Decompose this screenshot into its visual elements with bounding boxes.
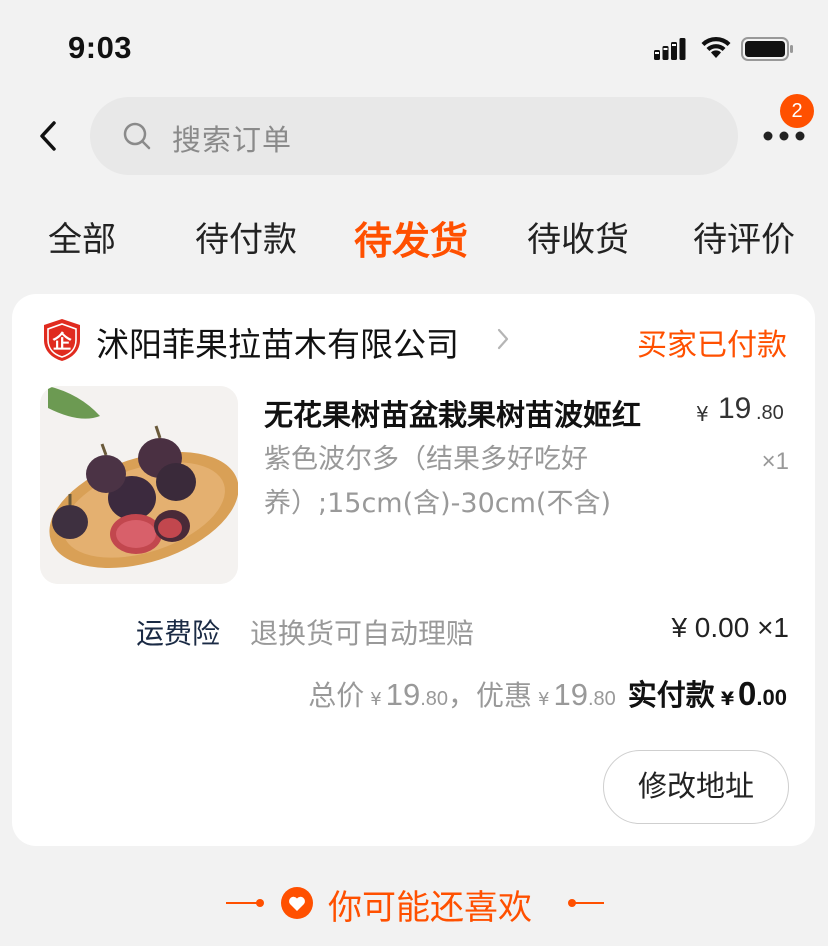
cellular-signal-icon (654, 38, 686, 60)
tab-all[interactable]: 全部 (48, 212, 116, 261)
discount-integer: 19 (553, 677, 588, 712)
total-currency: ¥ (370, 689, 382, 710)
paid-currency: ¥ (720, 688, 735, 710)
tab-pending-payment[interactable]: 待付款 (195, 212, 297, 261)
shipping-insurance-label: 运费险 (136, 617, 221, 650)
back-icon[interactable] (34, 116, 68, 156)
chevron-right-icon (497, 328, 509, 350)
product-spec: 紫色波尔多（结果多好吃好养）;15cm(含)-30cm(不含) (264, 444, 611, 519)
order-totals: 总价 ¥ 19 .80 ，优惠 ¥ 19 .80 实付款 ¥ 0 .00 (308, 672, 787, 714)
tab-pending-shipment[interactable]: 待发货 (354, 210, 468, 265)
search-bar[interactable]: 搜索订单 (90, 97, 738, 175)
total-label: 总价 (308, 679, 365, 712)
recommend-header: 你可能还喜欢 (0, 874, 828, 934)
search-placeholder: 搜索订单 (172, 123, 293, 157)
order-card[interactable]: 企 沭阳菲果拉苗木有限公司 买家已付款 无花果树苗盆栽果树苗波姬红 ¥ 19 .… (12, 294, 815, 846)
tab-pending-review[interactable]: 待评价 (693, 212, 795, 261)
divider-right (570, 902, 604, 904)
discount-currency: ¥ (538, 689, 550, 710)
paid-integer: 0 (738, 675, 757, 712)
wifi-icon (701, 36, 731, 58)
paid-decimal: .00 (756, 685, 787, 710)
fig-product-photo (40, 386, 238, 584)
product-title[interactable]: 无花果树苗盆栽果树苗波姬红 (264, 392, 676, 434)
modify-address-button[interactable]: 修改地址 (603, 750, 789, 824)
status-time: 9:03 (68, 30, 133, 65)
discount-decimal: .80 (587, 688, 616, 710)
product-quantity: ×1 (761, 448, 789, 475)
recommend-label: 你可能还喜欢 (328, 888, 532, 928)
product-price-decimal: .80 (756, 402, 784, 424)
enterprise-shop-icon: 企 (44, 319, 80, 361)
total-integer: 19 (385, 677, 421, 712)
total-decimal: .80 (420, 688, 449, 710)
product-price-currency: ¥ (696, 402, 709, 426)
notification-badge: 2 (780, 94, 814, 128)
shipping-insurance-amount: ¥ 0.00 ×1 (671, 612, 789, 643)
paid-label: 实付款 (627, 678, 715, 712)
tab-pending-receipt[interactable]: 待收货 (527, 212, 629, 261)
product-price-integer: 19 (718, 392, 752, 425)
more-icon[interactable] (762, 126, 806, 146)
svg-text:企: 企 (51, 330, 72, 353)
heart-icon (281, 887, 313, 919)
search-icon (123, 122, 151, 150)
shop-name[interactable]: 沭阳菲果拉苗木有限公司 (96, 318, 459, 366)
discount-label: ，优惠 (448, 679, 533, 712)
divider-dot-left (256, 899, 264, 907)
product-image[interactable] (40, 386, 238, 584)
battery-icon (741, 37, 793, 61)
status-bar: 9:03 (0, 0, 828, 96)
order-status: 买家已付款 (637, 328, 787, 363)
shipping-insurance-description: 退换货可自动理赔 (250, 617, 475, 650)
